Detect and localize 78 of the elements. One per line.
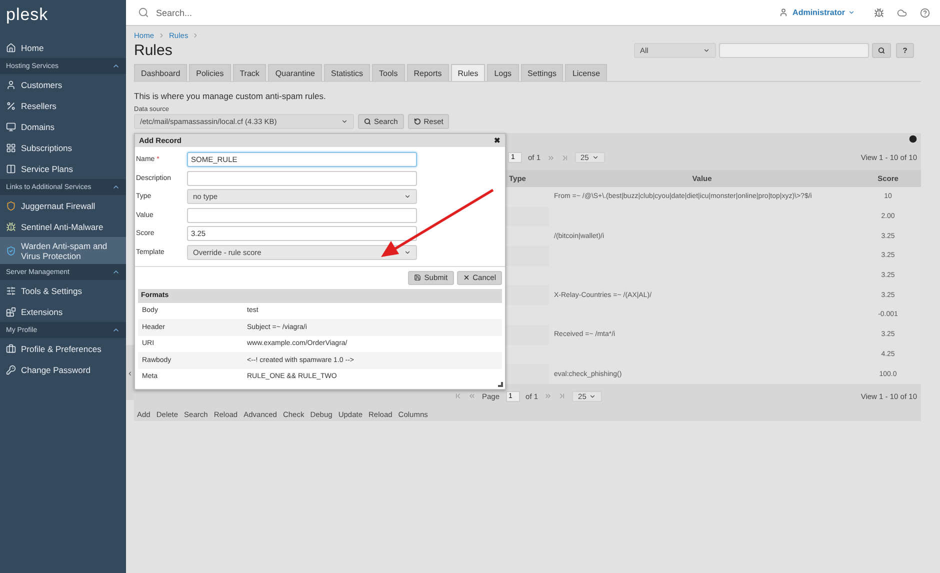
sidebar-item[interactable]: Sentinel Anti-Malware <box>0 216 126 237</box>
first-page-icon[interactable] <box>454 392 462 400</box>
menu-icon <box>6 286 16 296</box>
menu-icon <box>6 306 16 316</box>
sidebar-item[interactable]: Domains <box>0 116 126 137</box>
filter-field[interactable] <box>719 43 869 58</box>
tab[interactable]: Logs <box>487 64 519 81</box>
tab[interactable]: Quarantine <box>268 64 322 81</box>
sidebar-item[interactable]: Home <box>0 37 126 58</box>
help-icon[interactable] <box>920 8 930 18</box>
caret-icon <box>404 248 411 256</box>
chevron-icon <box>112 326 120 334</box>
menu-icon <box>6 122 16 132</box>
tab[interactable]: Policies <box>189 64 231 81</box>
next-page-icon[interactable] <box>544 392 552 400</box>
menu-icon <box>6 200 16 210</box>
logo: plesk <box>5 4 50 26</box>
input-field[interactable] <box>187 208 417 222</box>
tab[interactable]: License <box>565 64 608 81</box>
menu-icon <box>6 246 16 256</box>
menu-icon <box>6 164 16 174</box>
menu-icon <box>6 222 16 232</box>
sidebar-item[interactable]: Subscriptions <box>0 137 126 158</box>
sidebar-item[interactable]: Warden Anti-spam and Virus Protection <box>0 237 126 264</box>
sidebar-item[interactable]: Customers <box>0 74 126 95</box>
tab[interactable]: Statistics <box>324 64 370 81</box>
cloud-icon[interactable] <box>897 8 907 18</box>
last-page-icon[interactable] <box>558 392 566 400</box>
sidebar-item[interactable]: Service Plans <box>0 158 126 179</box>
sidebar-item[interactable]: Extensions <box>0 301 126 322</box>
menu-icon <box>6 142 16 152</box>
chevron-icon <box>112 268 120 276</box>
tab[interactable]: Track <box>232 64 266 81</box>
menu-icon <box>6 100 16 110</box>
tab[interactable]: Reports <box>406 64 449 81</box>
sidebar-item[interactable]: Tools & Settings <box>0 280 126 301</box>
search-icon <box>878 47 885 54</box>
close-icon <box>462 274 470 281</box>
bug-icon[interactable] <box>874 8 884 18</box>
user-icon <box>778 8 788 17</box>
caret-icon <box>592 154 599 161</box>
sidebar-item[interactable]: Juggernaut Firewall <box>0 195 126 216</box>
caret-icon <box>589 392 596 400</box>
search-icon <box>138 7 149 18</box>
menu-icon <box>6 80 16 90</box>
previous-page-icon[interactable] <box>468 392 476 400</box>
caret-icon <box>703 47 710 54</box>
description: This is where you manage custom anti-spam rules. <box>134 91 327 101</box>
sidebar-item[interactable]: Change Password <box>0 359 126 380</box>
sidebar-item[interactable]: Resellers <box>0 95 126 116</box>
caret-icon <box>341 118 348 125</box>
sidebar-item[interactable]: Profile & Preferences <box>0 338 126 359</box>
next-page-icon[interactable] <box>546 154 555 162</box>
collapse-icon[interactable] <box>909 135 917 143</box>
menu-icon <box>6 344 16 354</box>
chevron-icon <box>192 32 200 39</box>
search-button[interactable] <box>872 43 891 58</box>
page-title: Rules <box>134 42 172 59</box>
menu-icon <box>6 364 16 374</box>
caret-icon <box>404 193 411 200</box>
chevron-icon <box>158 32 166 39</box>
resize-handle[interactable] <box>498 382 503 387</box>
tab[interactable]: Rules <box>450 64 486 81</box>
menu-icon <box>6 42 16 52</box>
reset-icon <box>414 118 421 125</box>
user-menu[interactable]: Administrator <box>792 8 855 17</box>
tab[interactable]: Settings <box>520 64 564 81</box>
last-page-icon[interactable] <box>560 154 569 162</box>
tab[interactable]: Dashboard <box>134 64 188 81</box>
tab[interactable]: Tools <box>372 64 405 81</box>
chevron-icon <box>112 62 120 70</box>
search-icon <box>364 118 371 125</box>
caret-icon <box>848 9 855 16</box>
collapse-handle[interactable]: ‹ <box>126 345 134 400</box>
save-icon <box>414 274 422 281</box>
chevron-icon <box>112 183 120 191</box>
search-field[interactable]: Search... <box>154 6 774 18</box>
input-field[interactable] <box>187 170 417 186</box>
